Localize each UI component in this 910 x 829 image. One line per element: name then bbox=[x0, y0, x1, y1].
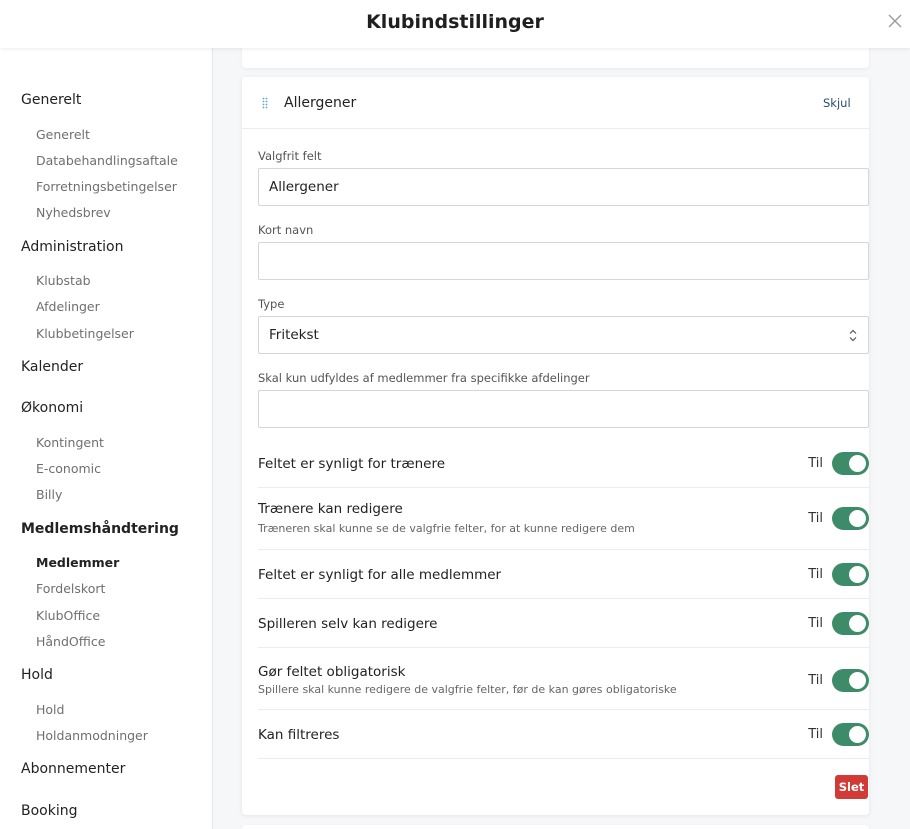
sidebar-item-klubbetingelser[interactable]: Klubbetingelser bbox=[36, 326, 134, 341]
toggle-knob bbox=[849, 672, 866, 689]
afdelinger-label: Skal kun udfyldes af medlemmer fra speci… bbox=[258, 371, 590, 385]
previous-field-card bbox=[242, 48, 869, 68]
sidebar-group-okonomi[interactable]: Økonomi bbox=[21, 400, 83, 416]
toggle-state: Til bbox=[808, 567, 823, 582]
toggle-label: Kan filtreres bbox=[258, 727, 340, 743]
drag-handle-icon[interactable] bbox=[262, 97, 268, 109]
settings-sidebar: Generelt Generelt Databehandlingsaftale … bbox=[0, 48, 213, 829]
toggle-switch-spilleren-redigere[interactable] bbox=[832, 612, 869, 635]
toggle-row-obligatorisk: Gør feltet obligatorisk Spillere skal ku… bbox=[258, 648, 869, 710]
sidebar-group-booking[interactable]: Booking bbox=[21, 803, 78, 819]
toggle-switch-obligatorisk[interactable] bbox=[832, 669, 869, 692]
delete-button[interactable]: Slet bbox=[835, 775, 868, 799]
hide-link[interactable]: Skjul bbox=[823, 96, 869, 110]
sidebar-group-abonnementer[interactable]: Abonnementer bbox=[21, 761, 125, 777]
type-label: Type bbox=[258, 297, 285, 311]
sidebar-item-afdelinger[interactable]: Afdelinger bbox=[36, 299, 100, 314]
toggle-knob bbox=[849, 566, 866, 583]
toggle-label: Feltet er synligt for alle medlemmer bbox=[258, 567, 502, 583]
toggle-knob bbox=[849, 615, 866, 632]
modal-header: Klubindstillinger bbox=[0, 0, 910, 48]
sidebar-item-kluboffice[interactable]: KlubOffice bbox=[36, 608, 100, 623]
sidebar-item-nyhedsbrev[interactable]: Nyhedsbrev bbox=[36, 205, 111, 220]
sidebar-item-medlemmer[interactable]: Medlemmer bbox=[36, 555, 119, 570]
sidebar-group-administration[interactable]: Administration bbox=[21, 239, 123, 255]
toggle-sublabel: Spillere skal kunne redigere de valgfrie… bbox=[258, 683, 677, 696]
toggle-row-traenere-redigere: Trænere kan redigere Træneren skal kunne… bbox=[258, 488, 869, 550]
afdelinger-input[interactable] bbox=[258, 390, 869, 428]
kort-navn-label: Kort navn bbox=[258, 223, 314, 237]
toggle-row-synligt-traenere: Feltet er synligt for trænere Til bbox=[258, 439, 869, 488]
card-title: Allergener bbox=[284, 95, 357, 111]
toggle-row-spilleren-redigere: Spilleren selv kan redigere Til bbox=[258, 599, 869, 648]
next-field-card bbox=[242, 825, 869, 829]
toggle-sublabel: Træneren skal kunne se de valgfrie felte… bbox=[258, 522, 635, 535]
sidebar-item-kontingent[interactable]: Kontingent bbox=[36, 435, 104, 450]
sidebar-group-kalender[interactable]: Kalender bbox=[21, 359, 83, 375]
valgfrit-felt-input[interactable] bbox=[258, 168, 869, 206]
field-card-allergener: Allergener Skjul Valgfrit felt Kort navn… bbox=[242, 77, 869, 815]
toggle-row-synligt-alle: Feltet er synligt for alle medlemmer Til bbox=[258, 550, 869, 599]
sidebar-item-fordelskort[interactable]: Fordelskort bbox=[36, 581, 105, 596]
sidebar-item-generelt[interactable]: Generelt bbox=[36, 127, 90, 142]
card-header: Allergener Skjul bbox=[242, 77, 869, 129]
toggle-label: Spilleren selv kan redigere bbox=[258, 616, 438, 632]
valgfrit-felt-label: Valgfrit felt bbox=[258, 149, 322, 163]
toggle-state: Til bbox=[808, 616, 823, 631]
sidebar-item-forretningsbetingelser[interactable]: Forretningsbetingelser bbox=[36, 179, 177, 194]
close-icon[interactable] bbox=[885, 11, 905, 31]
sidebar-group-medlemshandtering[interactable]: Medlemshåndtering bbox=[21, 521, 179, 537]
sidebar-group-generelt[interactable]: Generelt bbox=[21, 92, 81, 108]
sidebar-item-e-conomic[interactable]: E-conomic bbox=[36, 461, 101, 476]
kort-navn-input[interactable] bbox=[258, 242, 869, 280]
toggle-switch-synligt-alle[interactable] bbox=[832, 563, 869, 586]
sidebar-item-billy[interactable]: Billy bbox=[36, 487, 62, 502]
toggle-knob bbox=[849, 726, 866, 743]
toggle-label: Gør feltet obligatorisk bbox=[258, 664, 406, 680]
sidebar-item-klubstab[interactable]: Klubstab bbox=[36, 273, 91, 288]
toggle-state: Til bbox=[808, 511, 823, 526]
settings-content: Allergener Skjul Valgfrit felt Kort navn… bbox=[213, 48, 910, 829]
sidebar-group-hold[interactable]: Hold bbox=[21, 667, 53, 683]
modal-title: Klubindstillinger bbox=[366, 11, 544, 33]
toggle-state: Til bbox=[808, 456, 823, 471]
sidebar-item-holdanmodninger[interactable]: Holdanmodninger bbox=[36, 728, 148, 743]
toggle-knob bbox=[849, 510, 866, 527]
sidebar-item-databehandlingsaftale[interactable]: Databehandlingsaftale bbox=[36, 153, 178, 168]
toggle-switch-filtreres[interactable] bbox=[832, 723, 869, 746]
toggle-row-filtreres: Kan filtreres Til bbox=[258, 710, 869, 759]
type-select-value: Fritekst bbox=[269, 327, 319, 343]
toggle-switch-traenere-redigere[interactable] bbox=[832, 507, 869, 530]
select-chevron-icon bbox=[849, 329, 857, 342]
sidebar-item-handoffice[interactable]: HåndOffice bbox=[36, 634, 105, 649]
toggle-switch-synligt-traenere[interactable] bbox=[832, 452, 869, 475]
sidebar-item-hold[interactable]: Hold bbox=[36, 702, 64, 717]
toggle-label: Trænere kan redigere bbox=[258, 501, 403, 517]
toggle-knob bbox=[849, 455, 866, 472]
toggle-state: Til bbox=[808, 727, 823, 742]
toggle-state: Til bbox=[808, 673, 823, 688]
toggle-label: Feltet er synligt for trænere bbox=[258, 456, 446, 472]
type-select[interactable]: Fritekst bbox=[258, 316, 869, 354]
